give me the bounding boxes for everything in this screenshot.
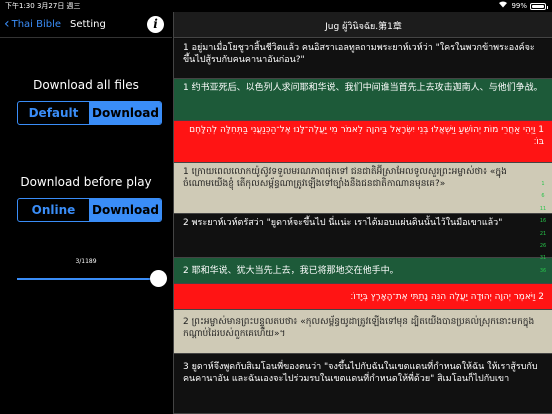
verse-row[interactable]: 1 ក្រោយពេលលោកយ៉ូស៊ូវទទួលមរណភាពផុតទៅ ជនជា… <box>174 163 552 214</box>
verse-index-item[interactable]: 11 <box>536 203 550 215</box>
download-before-play-download-option[interactable]: Download <box>89 199 161 221</box>
verse-row[interactable]: 2 ព្រះអម្ចាស់មានព្រះបន្ទូលតបថា៖ «កុលសម្ព… <box>174 310 552 354</box>
verse-index-column: 1 6 11 16 21 26 31 36 <box>536 178 550 277</box>
verse-row[interactable]: 1 อยู่มาเมื่อโยชูวาสิ้นชีวิตแล้ว คนอิสรา… <box>174 39 552 79</box>
download-all-segmented-control: Default Download <box>17 101 162 125</box>
chevron-left-icon: ‹ <box>4 16 10 32</box>
download-all-download-option[interactable]: Download <box>89 102 161 124</box>
verse-text: 3 ยูดาห์จึงพูดกับสิเมโอนพี่ของตนว่า "จงข… <box>183 362 538 384</box>
verse-text: 1 อยู่มาเมื่อโยชูวาสิ้นชีวิตแล้ว คนอิสรา… <box>183 43 535 65</box>
verse-row[interactable]: 2 พระยาห์เวห์ตรัสว่า "ยูดาห์จะขึ้นไป นี่… <box>174 214 552 258</box>
info-icon[interactable]: i <box>147 16 164 33</box>
back-button[interactable]: ‹ Thai Bible <box>4 16 62 32</box>
download-before-play-segmented-control: Online Download <box>17 198 162 222</box>
verse-index-item[interactable]: 1 <box>536 178 550 190</box>
verse-index-item[interactable]: 26 <box>536 240 550 252</box>
verse-index-item[interactable]: 36 <box>536 265 550 277</box>
verse-index-item[interactable]: 21 <box>536 228 550 240</box>
verse-index-item[interactable]: 16 <box>536 215 550 227</box>
verse-row[interactable]: 2 וַיֹּאמֶר יְהוָה יְהוּדָה יַעֲלֶה הִנֵ… <box>174 284 552 310</box>
settings-pane: ‹ Thai Bible Setting i Download all file… <box>0 12 172 414</box>
download-all-title: Download all files <box>33 78 139 92</box>
verse-text: 1 וַיְהִי אַחֲרֵי מוֹת יְהוֹשֻׁעַ וַיִּש… <box>189 125 544 147</box>
chapter-title: Jug ผู้วินิจฉัย.第1章 <box>325 22 402 32</box>
download-before-play-title: Download before play <box>20 175 152 189</box>
status-time-date: 下午1:30 3月27日 週三 <box>5 0 81 12</box>
back-button-label: Thai Bible <box>11 18 62 30</box>
reader-nav-bar: Jug ผู้วินิจฉัย.第1章 <box>174 12 552 38</box>
verse-row[interactable]: 3 ยูดาห์จึงพูดกับสิเมโอนพี่ของตนว่า "จงข… <box>174 354 552 414</box>
status-right: 99% <box>498 0 548 12</box>
verse-row[interactable]: 2 耶和华说、犹大当先上去，我已将那地交在他手中。 <box>174 258 552 284</box>
status-date: 3月27日 週三 <box>36 2 81 10</box>
download-before-play-online-option[interactable]: Online <box>18 199 89 221</box>
battery-icon <box>530 2 548 10</box>
status-bar: 下午1:30 3月27日 週三 99% <box>0 0 552 12</box>
battery-percent: 99% <box>511 2 527 10</box>
settings-title: Setting <box>70 19 106 30</box>
verse-text: 2 พระยาห์เวห์ตรัสว่า "ยูดาห์จะขึ้นไป นี่… <box>183 218 503 228</box>
download-progress-label: 3/1189 <box>75 258 97 265</box>
verse-row[interactable]: 1 约书亚死后、以色列人求问耶和华说、我们中间谁当首先上去攻击迦南人、与他们争战… <box>174 79 552 121</box>
settings-nav-bar: ‹ Thai Bible Setting i <box>0 12 172 38</box>
reader-pane: Jug ผู้วินิจฉัย.第1章 1 อยู่มาเมื่อโยชูวาส… <box>173 12 552 414</box>
verse-text: 1 ក្រោយពេលលោកយ៉ូស៊ូវទទួលមរណភាពផុតទៅ ជនជា… <box>183 167 507 189</box>
wifi-icon <box>498 0 508 12</box>
verse-text: 2 וַיֹּאמֶר יְהוָה יְהוּדָה יַעֲלֶה הִנֵ… <box>350 292 544 302</box>
verse-text: 2 耶和华说、犹大当先上去，我已将那地交在他手中。 <box>183 266 399 276</box>
download-all-default-option[interactable]: Default <box>18 102 89 124</box>
progress-slider-track[interactable] <box>17 278 159 280</box>
verse-text: 1 约书亚死后、以色列人求问耶和华说、我们中间谁当首先上去攻击迦南人、与他们争战… <box>183 83 543 93</box>
verse-index-item[interactable]: 6 <box>536 190 550 202</box>
verse-text: 2 ព្រះអម្ចាស់មានព្រះបន្ទូលតបថា៖ «កុលសម្ព… <box>183 317 535 339</box>
progress-slider-knob[interactable] <box>150 270 167 287</box>
status-time: 下午1:30 <box>5 2 35 10</box>
verse-index-item[interactable]: 31 <box>536 252 550 264</box>
verse-row[interactable]: 1 וַיְהִי אַחֲרֵי מוֹת יְהוֹשֻׁעַ וַיִּש… <box>174 121 552 163</box>
